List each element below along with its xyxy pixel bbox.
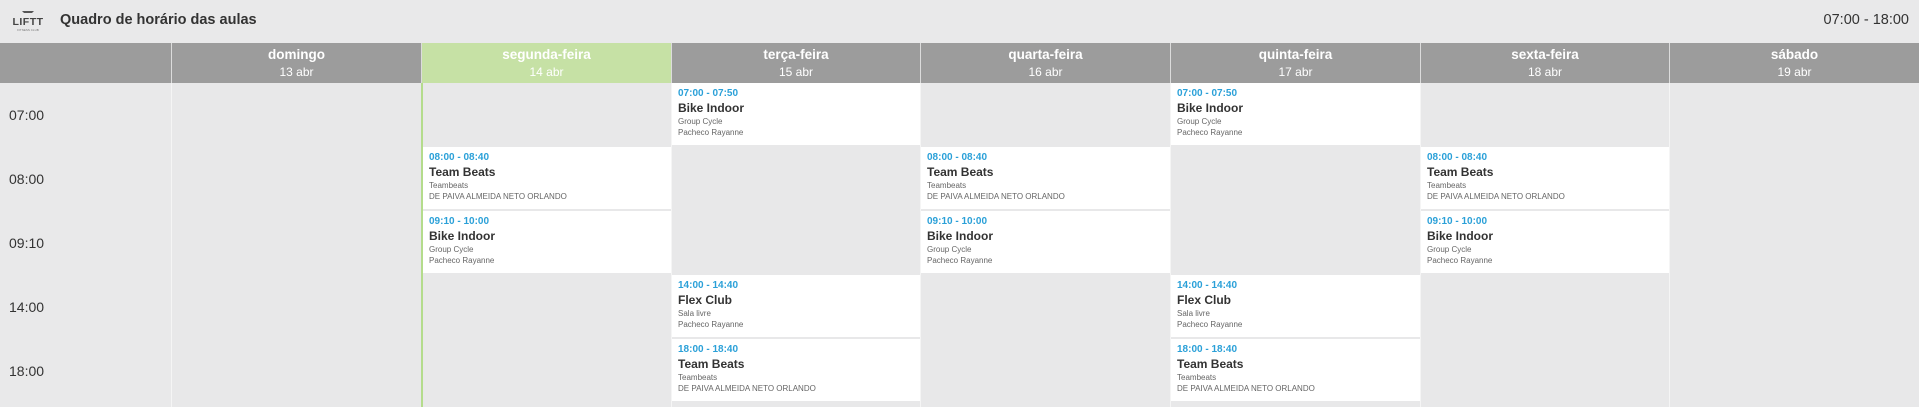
event-time: 09:10 - 10:00 bbox=[1427, 216, 1488, 227]
day-date: 17 abr bbox=[1278, 65, 1313, 79]
time-slot-label: 08:00 bbox=[9, 171, 45, 187]
day-header-segunda-feira: segunda-feira 14 abr bbox=[421, 43, 671, 83]
class-event-card[interactable]: 09:10 - 10:00 Bike Indoor Group Cycle Pache… bbox=[423, 211, 671, 273]
day-name: quarta-feira bbox=[1008, 47, 1083, 62]
time-slot-label: 09:10 bbox=[9, 235, 45, 251]
event-instructor: Pacheco Rayanne bbox=[1427, 256, 1493, 265]
class-event-card[interactable]: 18:00 - 18:40 Team Beats Teambeats DE PAIVA… bbox=[672, 339, 920, 401]
event-instructor: DE PAIVA ALMEIDA NETO ORLANDO bbox=[429, 192, 567, 201]
page-title: Quadro de horário das aulas bbox=[60, 12, 257, 28]
event-category: Group Cycle bbox=[927, 245, 972, 254]
class-event-card[interactable]: 08:00 - 08:40 Team Beats Teambeats DE PAIVA… bbox=[921, 147, 1170, 209]
time-slot-label: 07:00 bbox=[9, 107, 45, 123]
event-title: Team Beats bbox=[927, 165, 994, 179]
event-category: Group Cycle bbox=[429, 245, 474, 254]
time-range-label: 07:00 - 18:00 bbox=[1823, 12, 1909, 28]
time-slot-label: 14:00 bbox=[9, 299, 45, 315]
day-header-sexta-feira: sexta-feira 18 abr bbox=[1420, 43, 1669, 83]
logo-subtext: FITNESS CLUB bbox=[17, 28, 39, 32]
event-time: 14:00 - 14:40 bbox=[678, 280, 739, 291]
day-header-sábado: sábado 19 abr bbox=[1669, 43, 1919, 83]
event-category: Group Cycle bbox=[1177, 117, 1222, 126]
class-event-card[interactable]: 14:00 - 14:40 Flex Club Sala livre Pacheco … bbox=[1171, 275, 1420, 337]
day-name: segunda-feira bbox=[502, 47, 591, 62]
event-category: Group Cycle bbox=[1427, 245, 1472, 254]
event-time: 07:00 - 07:50 bbox=[678, 88, 739, 99]
event-instructor: Pacheco Rayanne bbox=[1177, 128, 1243, 137]
class-event-card[interactable]: 09:10 - 10:00 Bike Indoor Group Cycle Pache… bbox=[921, 211, 1170, 273]
class-event-card[interactable]: 09:10 - 10:00 Bike Indoor Group Cycle Pache… bbox=[1421, 211, 1669, 273]
event-time: 09:10 - 10:00 bbox=[429, 216, 490, 227]
event-title: Bike Indoor bbox=[678, 101, 745, 115]
event-time: 07:00 - 07:50 bbox=[1177, 88, 1238, 99]
class-event-card[interactable]: 07:00 - 07:50 Bike Indoor Group Cycle Pache… bbox=[1171, 83, 1420, 145]
day-date: 19 abr bbox=[1777, 65, 1812, 79]
class-event-card[interactable]: 18:00 - 18:40 Team Beats Teambeats DE PAIVA… bbox=[1171, 339, 1420, 401]
day-name: terça-feira bbox=[763, 47, 829, 62]
event-instructor: Pacheco Rayanne bbox=[927, 256, 993, 265]
header-corner bbox=[0, 43, 171, 83]
day-date: 16 abr bbox=[1028, 65, 1063, 79]
day-column bbox=[1669, 83, 1919, 407]
day-header-quinta-feira: quinta-feira 17 abr bbox=[1170, 43, 1420, 83]
event-category: Teambeats bbox=[678, 373, 718, 382]
event-title: Bike Indoor bbox=[1427, 229, 1494, 243]
event-title: Bike Indoor bbox=[1177, 101, 1244, 115]
day-name: quinta-feira bbox=[1258, 47, 1333, 62]
event-category: Teambeats bbox=[429, 181, 469, 190]
event-category: Sala livre bbox=[678, 309, 711, 318]
event-time: 08:00 - 08:40 bbox=[927, 152, 988, 163]
event-title: Team Beats bbox=[678, 357, 745, 371]
event-category: Group Cycle bbox=[678, 117, 723, 126]
event-instructor: Pacheco Rayanne bbox=[678, 128, 744, 137]
day-name: sexta-feira bbox=[1511, 47, 1579, 62]
class-event-card[interactable]: 14:00 - 14:40 Flex Club Sala livre Pacheco … bbox=[672, 275, 920, 337]
day-header-terça-feira: terça-feira 15 abr bbox=[671, 43, 920, 83]
day-name: sábado bbox=[1770, 47, 1819, 62]
event-instructor: DE PAIVA ALMEIDA NETO ORLANDO bbox=[678, 384, 816, 393]
event-title: Bike Indoor bbox=[927, 229, 994, 243]
day-header-domingo: domingo 13 abr bbox=[171, 43, 421, 83]
day-date: 18 abr bbox=[1527, 65, 1563, 79]
event-instructor: Pacheco Rayanne bbox=[678, 320, 744, 329]
event-instructor: DE PAIVA ALMEIDA NETO ORLANDO bbox=[1427, 192, 1565, 201]
class-event-card[interactable]: 08:00 - 08:40 Team Beats Teambeats DE PAIVA… bbox=[423, 147, 671, 209]
day-date: 14 abr bbox=[529, 65, 564, 79]
event-title: Team Beats bbox=[429, 165, 496, 179]
event-title: Bike Indoor bbox=[429, 229, 496, 243]
event-instructor: DE PAIVA ALMEIDA NETO ORLANDO bbox=[927, 192, 1065, 201]
event-instructor: Pacheco Rayanne bbox=[1177, 320, 1243, 329]
event-time: 08:00 - 08:40 bbox=[429, 152, 490, 163]
event-instructor: DE PAIVA ALMEIDA NETO ORLANDO bbox=[1177, 384, 1315, 393]
time-slot-label: 18:00 bbox=[9, 363, 45, 379]
class-event-card[interactable]: 08:00 - 08:40 Team Beats Teambeats DE PAIVA… bbox=[1421, 147, 1669, 209]
event-time: 14:00 - 14:40 bbox=[1177, 280, 1238, 291]
event-title: Flex Club bbox=[1177, 293, 1232, 307]
event-category: Sala livre bbox=[1177, 309, 1210, 318]
day-column bbox=[171, 83, 421, 407]
logo-text: LIFTT bbox=[12, 16, 44, 28]
day-date: 15 abr bbox=[778, 65, 814, 79]
event-title: Team Beats bbox=[1427, 165, 1494, 179]
class-event-card[interactable]: 07:00 - 07:50 Bike Indoor Group Cycle Pache… bbox=[672, 83, 920, 145]
event-category: Teambeats bbox=[927, 181, 967, 190]
event-time: 18:00 - 18:40 bbox=[678, 344, 739, 355]
day-date: 13 abr bbox=[279, 65, 314, 79]
liftt-logo[interactable]: LIFTT FITNESS CLUB bbox=[10, 11, 46, 35]
event-time: 09:10 - 10:00 bbox=[927, 216, 988, 227]
day-header-row: domingo 13 abr segunda-feira 14 abr terça-fe… bbox=[0, 43, 1919, 83]
event-title: Team Beats bbox=[1177, 357, 1244, 371]
event-time: 18:00 - 18:40 bbox=[1177, 344, 1238, 355]
event-instructor: Pacheco Rayanne bbox=[429, 256, 495, 265]
event-time: 08:00 - 08:40 bbox=[1427, 152, 1488, 163]
day-header-quarta-feira: quarta-feira 16 abr bbox=[920, 43, 1170, 83]
event-category: Teambeats bbox=[1427, 181, 1467, 190]
day-name: domingo bbox=[268, 47, 325, 62]
event-title: Flex Club bbox=[678, 293, 733, 307]
top-bar: LIFTT FITNESS CLUB Quadro de horário das… bbox=[0, 0, 1919, 43]
event-category: Teambeats bbox=[1177, 373, 1217, 382]
